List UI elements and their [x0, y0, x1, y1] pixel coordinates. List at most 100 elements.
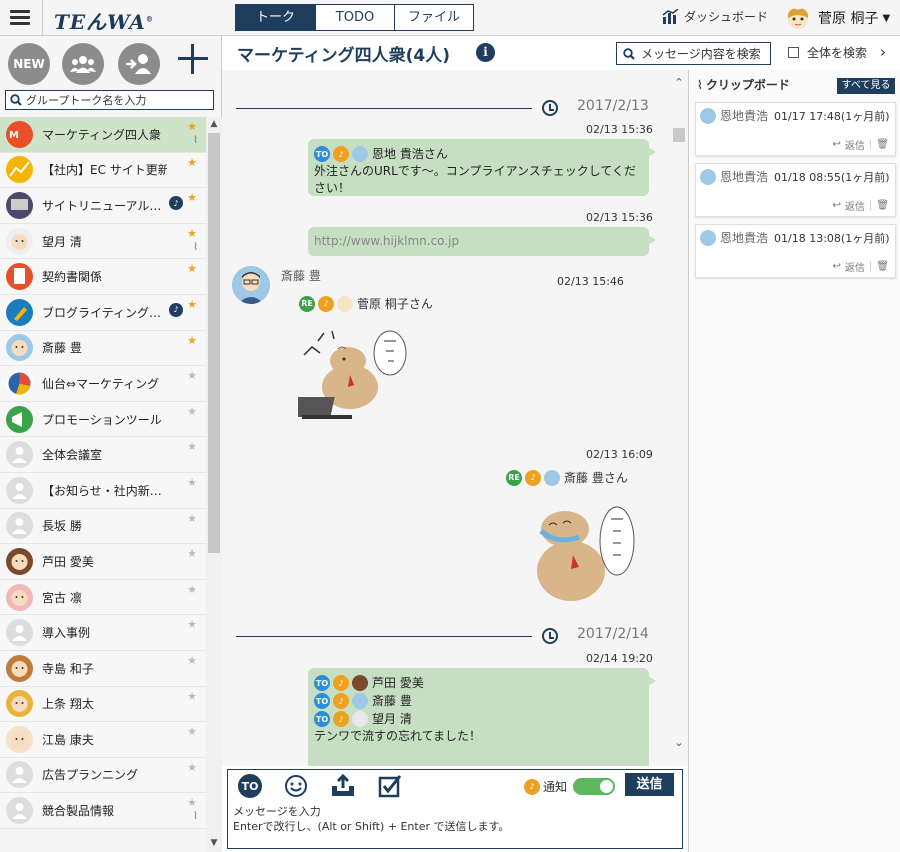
group-list-item[interactable]: プロモーションツール ★	[0, 401, 206, 438]
star-icon[interactable]: ★	[187, 440, 197, 453]
message-composer[interactable]: TO ♪ 通知 送信 メッセージを入力 Enterで改行し、(Alt or Sh…	[227, 769, 683, 849]
group-list-item[interactable]: 仙台⇔マーケティング ★	[0, 366, 206, 402]
tenwa-logo[interactable]: TEんWA®	[54, 6, 154, 35]
group-list-item[interactable]: 望月 清 ★ ⌇	[0, 223, 206, 260]
star-icon[interactable]: ★	[187, 227, 197, 240]
star-icon[interactable]: ★	[187, 547, 197, 560]
group-list-item[interactable]: サイトリニューアル… ★ ♪	[0, 188, 206, 224]
star-icon[interactable]: ★	[187, 512, 197, 525]
direct-talk-button[interactable]	[118, 43, 160, 85]
clipboard-card[interactable]: 恩地貴浩 01/18 08:55(1ヶ月前) ↩ 返信 | 🗑	[695, 163, 896, 217]
notify-toggle[interactable]: ♪ 通知	[524, 778, 616, 795]
reply-button[interactable]: 返信	[845, 198, 865, 213]
scroll-down-icon[interactable]: ▼	[206, 838, 222, 848]
chat-scrollbar[interactable]: ⌃ ⌄	[670, 70, 688, 766]
link-bubble[interactable]: http://www.hijklmn.co.jp	[308, 227, 656, 256]
checkbox[interactable]	[788, 47, 799, 58]
user-menu[interactable]: 菅原 桐子 ▼	[786, 6, 890, 30]
group-list-item[interactable]: M マーケティング四人衆 ★ ⌇	[0, 117, 206, 153]
message-input[interactable]: メッセージを入力 Enterで改行し、(Alt or Shift) + Ente…	[233, 804, 509, 834]
see-all-button[interactable]: すべて見る	[837, 78, 895, 94]
upload-icon[interactable]	[330, 774, 356, 798]
group-list-item[interactable]: 長坂 勝 ★	[0, 508, 206, 545]
to-mention-button[interactable]: TO	[238, 774, 262, 798]
info-icon[interactable]: i	[476, 43, 495, 62]
link-text[interactable]: http://www.hijklmn.co.jp	[314, 234, 459, 248]
group-list-item[interactable]: 契約書関係 ★	[0, 259, 206, 295]
dashboard-label: ダッシュボード	[684, 10, 769, 24]
message-bubble[interactable]: TO ♪ 恩地 貴浩さん 外注さんのURLです〜。コンプライアンスチェックしてく…	[308, 139, 656, 196]
group-talks-button[interactable]	[62, 43, 104, 85]
group-list-item[interactable]: 上条 翔太 ★	[0, 686, 206, 723]
chevron-right-icon[interactable]: ›	[880, 43, 886, 61]
message-bubble[interactable]: TO ♪ 芦田 愛美 TO ♪ 斎藤 豊 TO ♪ 望月 清 テンワで流すの忘れ…	[308, 668, 656, 766]
message-search-button[interactable]: メッセージ内容を検索	[616, 42, 771, 65]
star-icon[interactable]: ★	[187, 405, 197, 418]
group-avatar	[6, 547, 33, 575]
star-icon[interactable]: ★	[187, 191, 197, 204]
group-list-item[interactable]: 【お知らせ・社内新… ★	[0, 472, 206, 509]
scroll-up-icon[interactable]: ⌃	[670, 76, 688, 89]
message-timestamp: 02/13 15:36	[586, 123, 653, 136]
dashboard-link[interactable]: ダッシュボード	[662, 8, 768, 25]
clipboard-card[interactable]: 恩地貴浩 01/18 13:08(1ヶ月前) ↩ 返信 | 🗑	[695, 224, 896, 278]
new-talk-button[interactable]: NEW	[8, 43, 50, 85]
toggle-switch[interactable]	[573, 778, 616, 795]
scroll-thumb[interactable]	[673, 128, 685, 142]
star-icon[interactable]: ★	[187, 334, 197, 347]
group-list-item[interactable]: 広告プランニング ★	[0, 757, 206, 794]
card-author: 恩地貴浩	[720, 231, 769, 245]
trash-icon[interactable]: 🗑	[876, 139, 889, 150]
reply-button[interactable]: 返信	[845, 137, 865, 152]
group-list-item[interactable]: ブログライティング… ★ ♪	[0, 294, 206, 331]
group-list-item[interactable]: 導入事例 ★	[0, 615, 206, 651]
menu-icon[interactable]	[10, 10, 30, 26]
avatar[interactable]	[232, 266, 270, 304]
reply-icon: ↩	[832, 139, 841, 150]
clipboard-card[interactable]: 恩地貴浩 01/17 17:48(1ヶ月前) ↩ 返信 | 🗑	[695, 102, 896, 156]
group-name: 江島 康夫	[42, 732, 94, 747]
star-icon[interactable]: ★	[187, 796, 197, 809]
group-list-item[interactable]: 競合製品情報 ★ ⌇	[0, 793, 206, 829]
add-icon[interactable]	[176, 42, 210, 76]
trash-icon[interactable]: 🗑	[876, 261, 889, 272]
group-list-item[interactable]: 斎藤 豊 ★	[0, 330, 206, 367]
tab-file[interactable]: ファイル	[394, 5, 473, 30]
star-icon[interactable]: ★	[187, 761, 197, 774]
capybara-sticker[interactable]	[527, 501, 637, 601]
capybara-sticker[interactable]	[298, 325, 410, 429]
group-list-item[interactable]: 宮古 凛 ★	[0, 579, 206, 616]
group-search-input[interactable]: グループトーク名を入力	[5, 90, 214, 110]
star-icon[interactable]: ★	[187, 120, 197, 133]
group-list-item[interactable]: 芦田 愛美 ★	[0, 544, 206, 580]
bell-icon: ♪	[333, 693, 349, 709]
scroll-down-icon[interactable]: ⌄	[670, 736, 688, 749]
search-all-checkbox[interactable]: 全体を検索	[788, 44, 867, 61]
star-icon[interactable]: ★	[187, 262, 197, 275]
star-icon[interactable]: ★	[187, 583, 197, 596]
send-button[interactable]: 送信	[625, 773, 674, 796]
star-icon[interactable]: ★	[187, 369, 197, 382]
scroll-up-icon[interactable]: ▲	[206, 119, 222, 129]
group-list-item[interactable]: 江島 康夫 ★	[0, 722, 206, 758]
star-icon[interactable]: ★	[187, 690, 197, 703]
star-icon[interactable]: ★	[187, 476, 197, 489]
star-icon[interactable]: ★	[187, 654, 197, 667]
star-icon[interactable]: ★	[187, 156, 197, 169]
star-icon[interactable]: ★	[187, 298, 197, 311]
group-list-item[interactable]: 寺島 和子 ★	[0, 650, 206, 687]
group-list-item[interactable]: 全体会議室 ★	[0, 437, 206, 473]
todo-checkbox-icon[interactable]	[378, 774, 402, 798]
emoji-icon[interactable]	[284, 774, 308, 798]
scroll-thumb[interactable]	[208, 133, 220, 553]
group-icon	[70, 56, 96, 73]
group-list-item[interactable]: 【社内】EC サイト更新 ★	[0, 152, 206, 189]
card-time: 01/17 17:48(1ヶ月前)	[774, 109, 890, 123]
reply-button[interactable]: 返信	[845, 259, 865, 274]
sidebar-scrollbar[interactable]: ▲ ▼	[206, 117, 222, 852]
trash-icon[interactable]: 🗑	[876, 200, 889, 211]
tab-todo[interactable]: TODO	[315, 5, 394, 30]
tab-talk[interactable]: トーク	[236, 5, 315, 30]
star-icon[interactable]: ★	[187, 725, 197, 738]
star-icon[interactable]: ★	[187, 618, 197, 631]
